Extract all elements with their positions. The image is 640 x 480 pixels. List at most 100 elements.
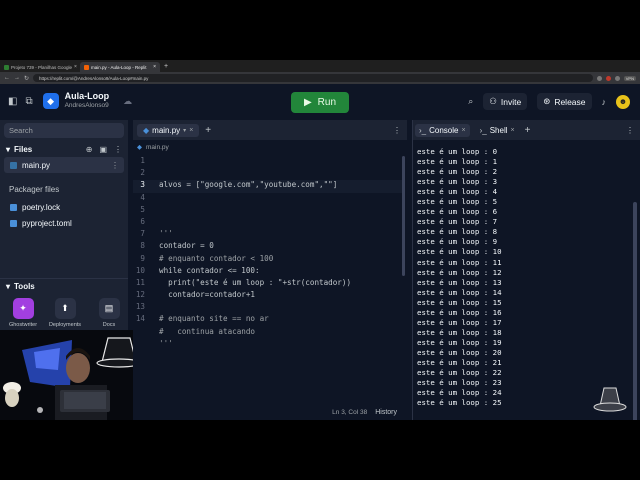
file-item[interactable]: main.py ⋮ bbox=[4, 157, 124, 173]
line-number: 2 bbox=[140, 168, 145, 178]
tool-docs[interactable]: ▤ Docs bbox=[92, 298, 126, 328]
console-line: este é um loop : 1 bbox=[417, 157, 498, 167]
tab-console[interactable]: ›_ Console × bbox=[415, 123, 470, 137]
code-line[interactable]: 11 print("este é um loop : "+str(contado… bbox=[133, 278, 403, 290]
search-input[interactable]: Search bbox=[4, 123, 124, 138]
console-line: este é um loop : 18 bbox=[417, 327, 502, 337]
toml-file-icon bbox=[10, 219, 17, 227]
console-line: este é um loop : 2 bbox=[417, 167, 498, 177]
close-icon[interactable]: × bbox=[74, 64, 77, 70]
back-icon[interactable]: ← bbox=[4, 75, 10, 81]
tool-label: Ghostwriter bbox=[8, 322, 38, 328]
console-scrollbar[interactable] bbox=[633, 202, 637, 420]
editor-scrollbar[interactable] bbox=[402, 156, 405, 276]
python-file-icon bbox=[10, 161, 17, 169]
code-line[interactable]: 5 bbox=[133, 205, 403, 217]
code-line[interactable]: 2 bbox=[133, 168, 403, 180]
console-line: este é um loop : 20 bbox=[417, 347, 502, 357]
project-info[interactable]: Aula-Loop AndresAlonso9 bbox=[65, 91, 110, 111]
screen: Projeto 739 - Planilhas Google × main.py… bbox=[0, 60, 640, 420]
file-item[interactable]: pyproject.toml bbox=[0, 215, 128, 231]
cursor-position[interactable]: Ln 3, Col 38 bbox=[332, 409, 367, 416]
code-text: # continua atacando bbox=[159, 326, 256, 336]
new-file-icon[interactable]: ⊕ bbox=[86, 145, 93, 154]
console-line: este é um loop : 15 bbox=[417, 297, 502, 307]
close-icon[interactable]: × bbox=[511, 127, 515, 134]
packager-title: Packager files bbox=[9, 185, 60, 194]
close-icon[interactable]: × bbox=[189, 127, 193, 134]
code-line[interactable]: 10 while contador <= 100: bbox=[133, 266, 403, 278]
more-icon[interactable]: ⋮ bbox=[114, 145, 122, 154]
code-line[interactable]: 13 bbox=[133, 302, 403, 314]
tab-shell[interactable]: ›_ Shell × bbox=[476, 124, 519, 137]
more-icon[interactable]: ⋮ bbox=[393, 126, 401, 135]
code-line[interactable]: 4 bbox=[133, 193, 403, 205]
console-line: este é um loop : 19 bbox=[417, 337, 502, 347]
code-line[interactable]: 12 contador=contador+1 bbox=[133, 290, 403, 302]
console-line: este é um loop : 11 bbox=[417, 257, 502, 267]
breadcrumb: ◆ main.py bbox=[133, 140, 407, 154]
code-line[interactable]: 7 ''' bbox=[133, 229, 403, 241]
forward-icon[interactable]: → bbox=[14, 75, 20, 81]
code-line[interactable]: 14 # enquanto site == no ar bbox=[133, 314, 403, 326]
extension-icon[interactable] bbox=[605, 75, 611, 81]
webcam-video-image bbox=[0, 330, 155, 420]
code-line[interactable]: 6 bbox=[133, 217, 403, 229]
add-tab-icon[interactable]: + bbox=[525, 125, 531, 136]
webcam-overlay bbox=[0, 330, 155, 420]
browser-tab-active[interactable]: main.py - Aula-Loop - Replit × bbox=[80, 62, 160, 72]
run-button[interactable]: ▶ Run bbox=[291, 92, 349, 113]
console-line: este é um loop : 14 bbox=[417, 287, 502, 297]
tool-ghostwriter[interactable]: ✦ Ghostwriter bbox=[6, 298, 40, 328]
line-number bbox=[133, 327, 159, 339]
code-lines[interactable]: 1 2 3 alvos = ["google.com","youtube.com","… bbox=[133, 156, 403, 351]
console-line: este é um loop : 16 bbox=[417, 307, 502, 317]
extension-icon[interactable] bbox=[596, 75, 602, 81]
files-header[interactable]: ▾ Files ⊕ ▣ ⋮ bbox=[0, 141, 128, 157]
avatar[interactable]: ☻ bbox=[616, 94, 630, 109]
line-number: 10 bbox=[135, 265, 145, 275]
close-icon[interactable]: × bbox=[461, 127, 465, 134]
code-line[interactable]: ''' bbox=[133, 339, 403, 351]
close-icon[interactable]: × bbox=[153, 64, 156, 70]
sidebar-toggle-icon[interactable]: ◧ bbox=[8, 96, 17, 107]
console-line: este é um loop : 9 bbox=[417, 237, 498, 247]
file-item[interactable]: poetry.lock bbox=[0, 199, 128, 215]
code-text: # enquanto site == no ar bbox=[159, 314, 269, 324]
release-button[interactable]: ⊛ Release bbox=[537, 93, 592, 110]
new-folder-icon[interactable]: ▣ bbox=[99, 145, 107, 154]
search-icon[interactable]: ⌕ bbox=[468, 96, 473, 107]
console-output[interactable]: este é um loop : 0 este é um loop : 1 este… bbox=[413, 140, 640, 408]
editor-tab[interactable]: ◆ main.py ▾ × bbox=[137, 123, 200, 137]
extension-icon[interactable] bbox=[614, 75, 620, 81]
run-label: Run bbox=[317, 97, 337, 108]
code-line[interactable]: # continua atacando bbox=[133, 327, 403, 339]
reload-icon[interactable]: ↻ bbox=[24, 75, 29, 82]
chevron-down-icon: ▾ bbox=[6, 144, 11, 154]
browser-tab[interactable]: Projeto 739 - Planilhas Google × bbox=[0, 62, 80, 72]
history-button[interactable]: History bbox=[375, 409, 397, 416]
tools-header[interactable]: ▾ Tools bbox=[0, 278, 128, 294]
code-text: contador = 0 bbox=[159, 241, 214, 251]
more-icon[interactable]: ⋮ bbox=[626, 126, 634, 135]
tool-deployments[interactable]: ⬆ Deployments bbox=[48, 298, 82, 328]
editor-tab-label: main.py bbox=[152, 125, 181, 135]
line-number: 7 bbox=[140, 229, 145, 239]
console-line: este é um loop : 6 bbox=[417, 207, 498, 217]
code-line[interactable]: 8 contador = 0 bbox=[133, 241, 403, 253]
vpn-badge[interactable]: VPN bbox=[623, 75, 636, 81]
url-field[interactable]: https://replit.com/@AndresAlonso9/Aula-L… bbox=[33, 74, 593, 82]
header-actions: ⌕ ⚇ Invite ⊛ Release ♪ ☻ bbox=[468, 93, 630, 110]
new-tab-icon[interactable]: + bbox=[160, 62, 172, 72]
bell-icon[interactable]: ♪ bbox=[602, 97, 607, 107]
breadcrumb-label[interactable]: main.py bbox=[146, 144, 169, 151]
invite-button[interactable]: ⚇ Invite bbox=[483, 93, 528, 110]
code-line[interactable]: 9 # enquanto contador < 100 bbox=[133, 254, 403, 266]
add-tab-icon[interactable]: + bbox=[205, 125, 211, 136]
replit-logo-icon[interactable]: ⧉ bbox=[25, 96, 32, 107]
code-line[interactable]: 1 bbox=[133, 156, 403, 168]
python-file-icon: ◆ bbox=[143, 125, 150, 135]
code-line[interactable]: 3 alvos = ["google.com","youtube.com",""] bbox=[133, 180, 403, 193]
more-icon[interactable]: ⋮ bbox=[111, 161, 119, 170]
line-number: 9 bbox=[140, 253, 145, 263]
